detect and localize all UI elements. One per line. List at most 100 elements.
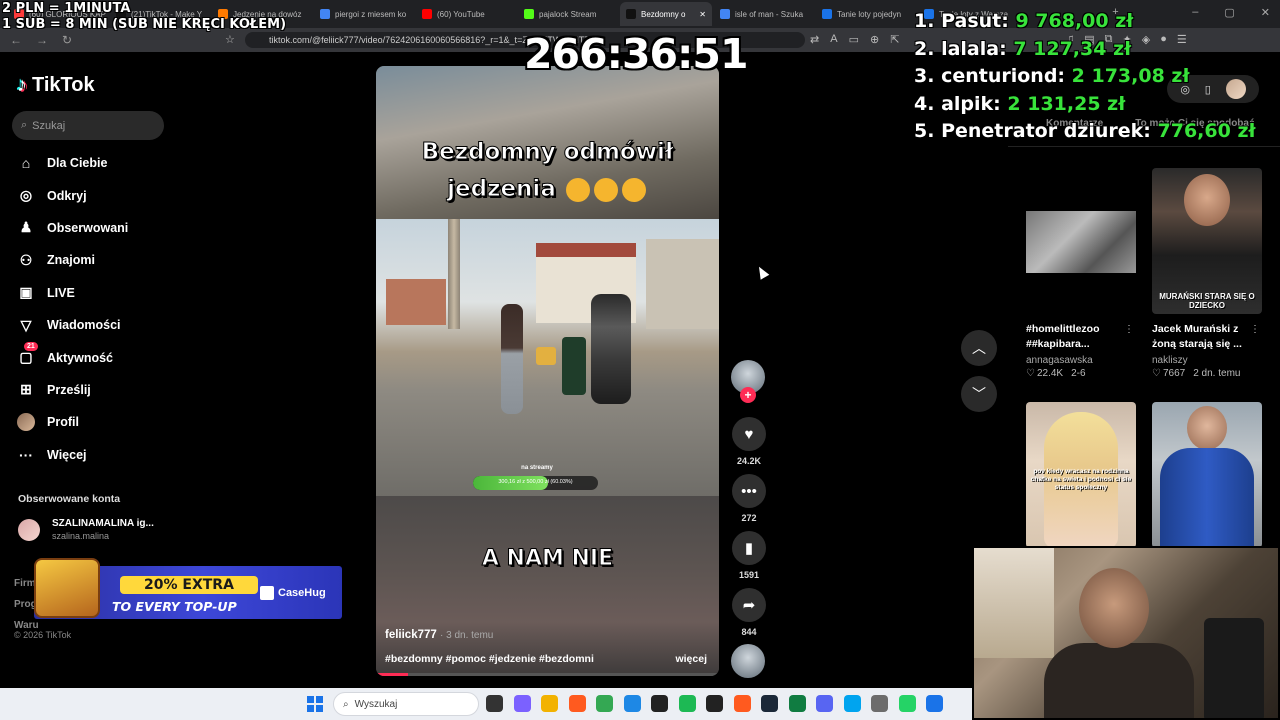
- author-name[interactable]: feliick777: [385, 629, 437, 641]
- forward-icon[interactable]: →: [36, 33, 48, 47]
- save-button[interactable]: ▮: [732, 531, 766, 565]
- leaderboard-rank: 5.: [914, 120, 935, 142]
- tab-favicon-icon: [524, 9, 534, 19]
- more-button[interactable]: więcej: [675, 653, 707, 665]
- close-window-icon[interactable]: ✕: [1261, 6, 1270, 19]
- recommended-video-card[interactable]: #homelittlezoo ##kapibara... ⋮ annagasaw…: [1026, 168, 1136, 379]
- sidebar-item-aktywno-[interactable]: ▢ 21 Aktywność: [17, 341, 128, 373]
- next-video-button[interactable]: ﹀: [961, 376, 997, 412]
- translate-icon[interactable]: ⇄: [810, 33, 819, 46]
- comment-button[interactable]: •••: [732, 474, 766, 508]
- tiktok-logo[interactable]: ♪ TikTok: [17, 74, 95, 97]
- share-button[interactable]: ➦: [732, 588, 766, 622]
- music-disc-icon[interactable]: [731, 644, 765, 678]
- follow-plus-icon[interactable]: +: [740, 387, 756, 403]
- donation-leaderboard: 1. Pasut: 9 768,00 zł 2. lalala: 7 127,34…: [914, 8, 1256, 146]
- browser-tab[interactable]: Bezdomny o ✕: [620, 2, 712, 26]
- taskbar-app-icon[interactable]: [486, 695, 503, 712]
- browser-tab[interactable]: pajalock Stream: [518, 2, 618, 26]
- taskbar-app-icon[interactable]: [761, 695, 778, 712]
- more-icon: ···: [19, 446, 33, 463]
- tab-label: Bezdomny o: [641, 9, 686, 19]
- video-card-age: 2-6: [1071, 368, 1086, 379]
- taskbar-app-icon[interactable]: [678, 695, 696, 712]
- dizzy-face-icon: [621, 177, 646, 202]
- leaderboard-name: centuriond:: [941, 65, 1066, 87]
- bookmark-icon[interactable]: ☆: [225, 33, 235, 46]
- taskbar-app-icon[interactable]: [926, 695, 943, 712]
- taskbar-app-icon[interactable]: [706, 695, 723, 712]
- like-button[interactable]: ♥: [732, 417, 766, 451]
- taskbar-app-icon[interactable]: [733, 695, 751, 712]
- share-icon[interactable]: ⇱: [890, 33, 899, 46]
- sidebar-item-obserwowani[interactable]: ♟ Obserwowani: [17, 212, 129, 244]
- taskbar-app-icon[interactable]: [898, 695, 916, 712]
- reload-icon[interactable]: ↻: [62, 33, 72, 47]
- taskbar-app-icon[interactable]: [871, 695, 888, 712]
- video-thumbnail[interactable]: [1026, 168, 1136, 314]
- taskbar-app-icon[interactable]: [816, 695, 833, 712]
- taskbar-app-icon[interactable]: [568, 695, 586, 712]
- heart-icon: ♥: [744, 425, 754, 443]
- close-tab-icon[interactable]: ✕: [699, 10, 706, 19]
- sidebar-item-prze-lij[interactable]: ⊞ Prześlij: [17, 374, 128, 406]
- taskbar-app-icon[interactable]: [623, 695, 641, 712]
- video-thumbnail[interactable]: MURAŃSKI STARA SIĘ O DZIECKO: [1152, 168, 1262, 314]
- search-input[interactable]: ⌕ Szukaj: [12, 111, 164, 140]
- video-hashtags[interactable]: #bezdomny #pomoc #jedzenie #bezdomni: [385, 653, 594, 665]
- activity-icon: ▢ 21: [17, 341, 38, 367]
- followed-account-item[interactable]: SZALINAMALINA ig... szalina.malina: [18, 518, 154, 541]
- messages-icon: ▽: [20, 316, 32, 333]
- video-thumbnail[interactable]: [1152, 402, 1262, 548]
- creator-avatar-group: +: [731, 360, 767, 403]
- kebab-menu-icon[interactable]: ⋮: [1250, 324, 1260, 335]
- video-card-user[interactable]: nakliszy: [1152, 355, 1262, 366]
- back-icon[interactable]: ←: [10, 33, 22, 47]
- sidebar-item-profil[interactable]: Profil: [17, 406, 128, 438]
- taskbar-app-icon[interactable]: [843, 695, 861, 712]
- cast-icon[interactable]: ▭: [849, 33, 859, 46]
- browser-tab[interactable]: piergoi z miesem ko: [314, 2, 414, 26]
- video-author[interactable]: feliick777 · 3 dn. temu: [385, 629, 493, 641]
- browser-tab[interactable]: Tanie loty pojedyn: [816, 2, 916, 26]
- windows-start-icon[interactable]: [307, 696, 323, 712]
- previous-video-button[interactable]: ︿: [961, 330, 997, 366]
- video-card-user[interactable]: annagasawska: [1026, 355, 1136, 366]
- donation-goal-widget: na streamy 300,16 zł z 500,00 zł (60.03%…: [473, 465, 601, 490]
- recommended-video-card[interactable]: pov kiedy wracasz na rodzinna chatke na …: [1026, 402, 1136, 548]
- thumbnail-face: [1184, 174, 1230, 226]
- taskbar-app-icon[interactable]: [541, 695, 558, 712]
- recommended-video-card[interactable]: [1152, 402, 1262, 548]
- leaderboard-row: 2. lalala: 7 127,34 zł: [914, 36, 1256, 64]
- zoom-icon[interactable]: ⊕: [870, 33, 879, 46]
- creator-avatar[interactable]: +: [731, 360, 765, 403]
- taskbar-app-icon[interactable]: [596, 695, 613, 712]
- kebab-menu-icon[interactable]: ⋮: [1124, 324, 1134, 335]
- save-count: 1591: [738, 570, 760, 580]
- sidebar-item-dla-ciebie[interactable]: ⌂ Dla Ciebie: [17, 147, 128, 179]
- video-seek-bar[interactable]: [376, 673, 719, 676]
- ad-brand: CaseHug: [260, 586, 326, 600]
- browser-tab[interactable]: (60) YouTube: [416, 2, 516, 26]
- sidebar-item-znajomi[interactable]: ⚇ Znajomi: [17, 244, 128, 276]
- video-player[interactable]: Bezdomny odmówił jedzenia na streamy 300…: [376, 66, 719, 676]
- sidebar-item-odkryj[interactable]: ◎ Odkryj: [17, 179, 128, 211]
- taskbar-app-icon[interactable]: [651, 695, 668, 712]
- search-placeholder: Szukaj: [32, 119, 66, 132]
- taskbar-app-icon[interactable]: [788, 695, 806, 712]
- video-card-likes: 22.4K: [1036, 368, 1064, 379]
- goal-progress-text: 300,16 zł z 500,00 zł (60.03%): [498, 479, 573, 485]
- sidebar-item-wiadomo-ci[interactable]: ▽ Wiadomości: [17, 309, 128, 341]
- taskbar-search[interactable]: ⌕ Wyszukaj: [333, 692, 479, 716]
- video-overlay-title: Bezdomny odmówił jedzenia: [376, 134, 719, 208]
- browser-tab[interactable]: isle of man - Szuka: [714, 2, 814, 26]
- taskbar-app-icon[interactable]: [513, 695, 531, 712]
- avatar: [18, 518, 40, 541]
- sidebar-item-live[interactable]: ▣ LIVE: [17, 277, 128, 309]
- tab-label: piergoi z miesem ko: [335, 9, 407, 19]
- sidebar-item-wi-cej[interactable]: ··· Więcej: [17, 439, 128, 471]
- language-icon[interactable]: A: [830, 33, 837, 46]
- video-thumbnail[interactable]: pov kiedy wracasz na rodzinna chatke na …: [1026, 402, 1136, 548]
- leaderboard-amount: 776,60 zł: [1157, 120, 1256, 142]
- recommended-video-card[interactable]: MURAŃSKI STARA SIĘ O DZIECKO Jacek Murań…: [1152, 168, 1262, 379]
